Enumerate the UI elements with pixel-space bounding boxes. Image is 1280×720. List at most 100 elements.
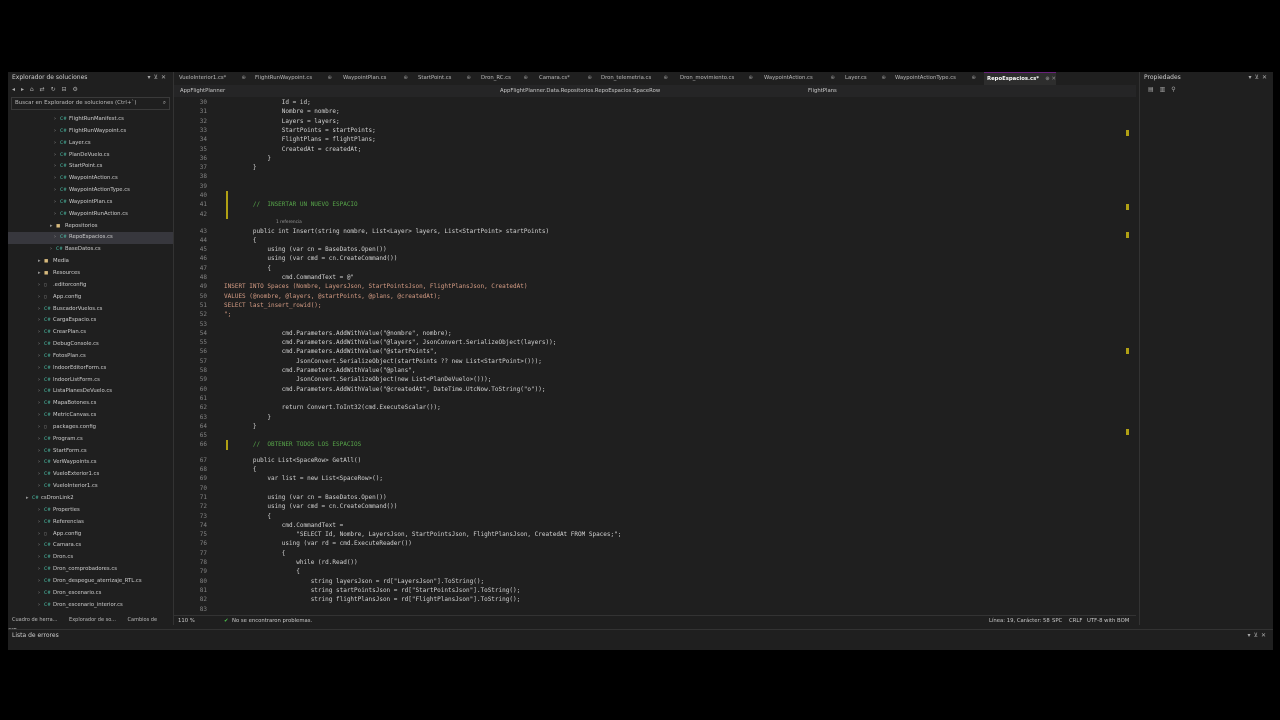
code-line[interactable]: 30 Id = id; bbox=[174, 98, 1114, 107]
tree-item[interactable]: › C# VueloInterior1.cs bbox=[8, 481, 173, 493]
editor-tab[interactable]: WaypointAction.cs ⊕ bbox=[761, 72, 835, 84]
back-icon[interactable]: ◂ bbox=[12, 86, 17, 93]
insert-mode[interactable]: SPC bbox=[1052, 616, 1062, 627]
code-line[interactable]: 32 Layers = layers; bbox=[174, 117, 1114, 126]
code-line[interactable]: 44 { bbox=[174, 236, 1114, 245]
code-line[interactable]: 41 // INSERTAR UN NUEVO ESPACIO bbox=[174, 200, 1114, 210]
code-line[interactable]: 33 StartPoints = startPoints; bbox=[174, 126, 1114, 135]
editor-tab[interactable]: VueloInterior1.cs* ⊕ bbox=[176, 72, 246, 84]
tree-item[interactable]: › C# CargaEspacio.cs bbox=[8, 315, 173, 327]
tree-item[interactable]: › C# FlightRunManifest.cs bbox=[8, 114, 173, 126]
tree-item[interactable]: › C# ListaPlanesDeVuelo.cs bbox=[8, 386, 173, 398]
code-line[interactable]: 43 public int Insert(string nombre, List… bbox=[174, 227, 1114, 236]
line-ending[interactable]: CRLF bbox=[1069, 616, 1082, 627]
code-line[interactable]: 47 { bbox=[174, 264, 1114, 273]
tree-item[interactable]: › C# VerWaypoints.cs bbox=[8, 457, 173, 469]
settings-icon[interactable]: ⚙ bbox=[72, 86, 79, 93]
tree-item[interactable]: › C# Dron_despegue_aterrizaje_RTL.cs bbox=[8, 576, 173, 588]
tree-item[interactable]: › C# Dron.cs bbox=[8, 552, 173, 564]
close-icon[interactable]: ⊕ bbox=[972, 72, 976, 84]
code-line[interactable]: 77 { bbox=[174, 549, 1114, 558]
editor-tab[interactable]: FlightRunWaypoint.cs ⊕ bbox=[252, 72, 332, 84]
code-line[interactable]: 80 string layersJson = rd["LayersJson"].… bbox=[174, 577, 1114, 586]
collapse-all-icon[interactable]: ⊟ bbox=[62, 86, 69, 93]
home-icon[interactable]: ⌂ bbox=[30, 86, 36, 93]
tree-item[interactable]: › C# Program.cs bbox=[8, 434, 173, 446]
tree-item[interactable]: › C# MetricCanvas.cs bbox=[8, 410, 173, 422]
tree-item[interactable]: › C# WaypointPlan.cs bbox=[8, 197, 173, 209]
code-line[interactable]: 68 { bbox=[174, 465, 1114, 474]
tree-item[interactable]: › C# Layer.cs bbox=[8, 138, 173, 150]
tree-item[interactable]: › C# IndoorEditorForm.cs bbox=[8, 363, 173, 375]
close-icon[interactable]: ⊕ bbox=[882, 72, 886, 84]
member-dropdown[interactable]: FlightPlans bbox=[808, 85, 837, 97]
close-icon[interactable]: ⊕ bbox=[328, 72, 332, 84]
editor-tab[interactable]: StartPoint.cs ⊕ bbox=[415, 72, 471, 84]
close-icon[interactable]: ✕ bbox=[1261, 632, 1269, 639]
close-icon[interactable]: ⊕ bbox=[749, 72, 753, 84]
tree-item[interactable]: › C# StartPoint.cs bbox=[8, 161, 173, 173]
editor-tab[interactable]: Camara.cs* ⊕ bbox=[536, 72, 592, 84]
tree-item[interactable]: › C# IndoorListForm.cs bbox=[8, 375, 173, 387]
code-line[interactable]: 78 while (rd.Read()) bbox=[174, 558, 1114, 567]
code-line[interactable]: 49 INSERT INTO Spaces (Nombre, LayersJson… bbox=[174, 282, 1114, 291]
tree-item[interactable]: › C# Referencias bbox=[8, 517, 173, 529]
code-line[interactable]: 59 JsonConvert.SerializeObject(new List<… bbox=[174, 375, 1114, 384]
tree-item[interactable]: ▸ ■ Repositorios bbox=[8, 221, 173, 233]
code-line[interactable]: 75 "SELECT Id, Nombre, LayersJson, Start… bbox=[174, 530, 1114, 539]
pin-icon[interactable]: ⊻ bbox=[154, 74, 161, 81]
editor-tab[interactable]: Layer.cs ⊕ bbox=[842, 72, 886, 84]
code-line[interactable]: 57 JsonConvert.SerializeObject(startPoin… bbox=[174, 357, 1114, 366]
editor-tab[interactable]: Dron_movimiento.cs ⊕ bbox=[677, 72, 753, 84]
tree-item[interactable]: › C# PlanDeVuelo.cs bbox=[8, 150, 173, 162]
code-line[interactable]: 60 cmd.Parameters.AddWithValue("@created… bbox=[174, 385, 1114, 394]
editor-tab[interactable]: WaypointActionType.cs ⊕ bbox=[892, 72, 976, 84]
code-line[interactable]: 76 using (var rd = cmd.ExecuteReader()) bbox=[174, 539, 1114, 548]
code-line[interactable]: 65 bbox=[174, 431, 1114, 440]
tree-item[interactable]: › C# MapaBotones.cs bbox=[8, 398, 173, 410]
code-line[interactable]: 82 string flightPlansJson = rd["FlightPl… bbox=[174, 595, 1114, 604]
editor-tab[interactable]: Dron_RC.cs ⊕ bbox=[478, 72, 528, 84]
code-line[interactable]: 39 bbox=[174, 182, 1114, 191]
code-line[interactable]: 46 using (var cmd = cn.CreateCommand()) bbox=[174, 254, 1114, 263]
code-line[interactable]: 51 SELECT last_insert_rowid(); bbox=[174, 301, 1114, 310]
editor-tab[interactable]: RepoEspacios.cs* ⊕ ✕ bbox=[984, 72, 1056, 85]
tree-item[interactable]: › C# StartForm.cs bbox=[8, 446, 173, 458]
close-icon[interactable]: ⊕ bbox=[242, 72, 246, 84]
pin-icon[interactable]: ⊻ bbox=[1255, 74, 1262, 81]
alphabetical-icon[interactable]: ▥ bbox=[1160, 86, 1168, 93]
code-line[interactable]: 81 string startPointsJson = rd["StartPoi… bbox=[174, 586, 1114, 595]
close-icon[interactable]: ⊕ bbox=[524, 72, 528, 84]
close-icon[interactable]: ✕ bbox=[161, 74, 169, 81]
close-icon[interactable]: ⊕ bbox=[588, 72, 592, 84]
tree-item[interactable]: › ▯ App.config bbox=[8, 529, 173, 541]
code-line[interactable]: 40 bbox=[174, 191, 1114, 201]
code-line[interactable]: 63 } bbox=[174, 413, 1114, 422]
close-icon[interactable]: ⊕ bbox=[664, 72, 668, 84]
tree-item[interactable]: › ▯ .editorconfig bbox=[8, 280, 173, 292]
project-dropdown[interactable]: AppFlightPlanner bbox=[180, 85, 225, 97]
code-line[interactable]: 62 return Convert.ToInt32(cmd.ExecuteSca… bbox=[174, 403, 1114, 412]
close-icon[interactable]: ⊕ ✕ bbox=[1045, 73, 1056, 85]
code-line[interactable]: 70 bbox=[174, 484, 1114, 493]
tree-item[interactable]: › C# WaypointActionType.cs bbox=[8, 185, 173, 197]
tree-item[interactable]: › C# DebugConsole.cs bbox=[8, 339, 173, 351]
code-line[interactable]: 66 // OBTENER TODOS LOS ESPACIOS bbox=[174, 440, 1114, 450]
editor-tab[interactable]: Dron_telemetria.cs ⊕ bbox=[598, 72, 668, 84]
codelens-references[interactable]: 1 referencia bbox=[174, 219, 1074, 226]
code-line[interactable]: 36 } bbox=[174, 154, 1114, 163]
code-line[interactable]: 71 using (var cn = BaseDatos.Open()) bbox=[174, 493, 1114, 502]
code-line[interactable]: 67 public List<SpaceRow> GetAll() bbox=[174, 456, 1114, 465]
editor-scrollbar[interactable] bbox=[1125, 98, 1136, 614]
code-line[interactable]: 50 VALUES (@nombre, @layers, @startPoints… bbox=[174, 292, 1114, 301]
tree-item[interactable]: ▸ C# csDronLink2 bbox=[8, 493, 173, 505]
editor-tab[interactable]: WaypointPlan.cs ⊕ bbox=[340, 72, 408, 84]
tree-item[interactable]: › C# Camara.cs bbox=[8, 540, 173, 552]
sync-icon[interactable]: ⇄ bbox=[40, 86, 47, 93]
tree-item[interactable]: › C# RepoEspacios.cs bbox=[8, 232, 173, 245]
code-line[interactable]: 83 bbox=[174, 605, 1114, 614]
close-icon[interactable]: ⊕ bbox=[467, 72, 471, 84]
code-line[interactable]: 53 bbox=[174, 320, 1114, 329]
tree-item[interactable]: › C# BuscadorVuelos.cs bbox=[8, 304, 173, 316]
code-line[interactable]: 37 } bbox=[174, 163, 1114, 172]
